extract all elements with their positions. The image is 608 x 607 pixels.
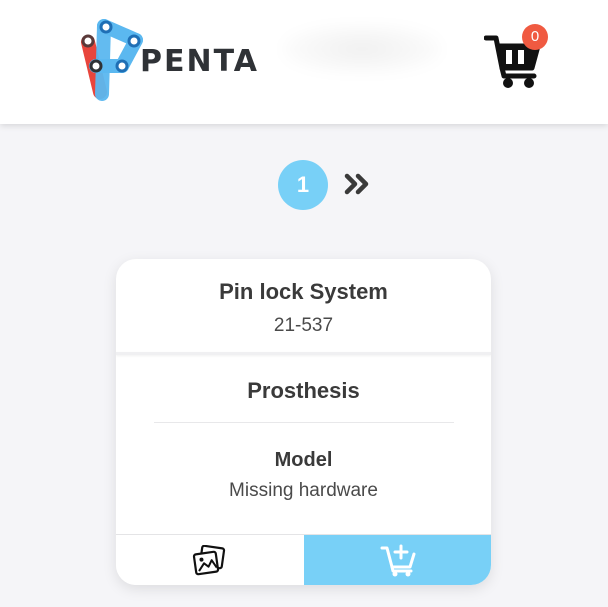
view-images-button[interactable]	[116, 535, 304, 585]
product-code: 21-537	[273, 315, 334, 336]
card-actions	[116, 534, 491, 585]
category-divider	[154, 422, 454, 423]
cart-plus-icon	[380, 544, 416, 577]
app-header: PENTA 0	[0, 0, 608, 124]
page-1-button[interactable]: 1	[278, 160, 328, 210]
card-divider	[116, 352, 491, 355]
product-card: Pin lock System 21-537 Prosthesis Model …	[116, 259, 491, 585]
product-category: Prosthesis	[247, 378, 360, 403]
blurred-header-area	[282, 24, 442, 74]
model-value: Missing hardware	[229, 480, 378, 501]
product-name: Pin lock System	[219, 279, 388, 304]
model-label: Model	[274, 449, 333, 471]
images-icon	[192, 545, 226, 576]
cart-count-badge: 0	[522, 24, 548, 50]
product-card-header: Pin lock System 21-537	[116, 259, 491, 353]
add-to-cart-button[interactable]	[304, 535, 491, 585]
brand-name: PENTA	[140, 44, 259, 79]
double-chevron-right-icon[interactable]	[344, 172, 372, 196]
